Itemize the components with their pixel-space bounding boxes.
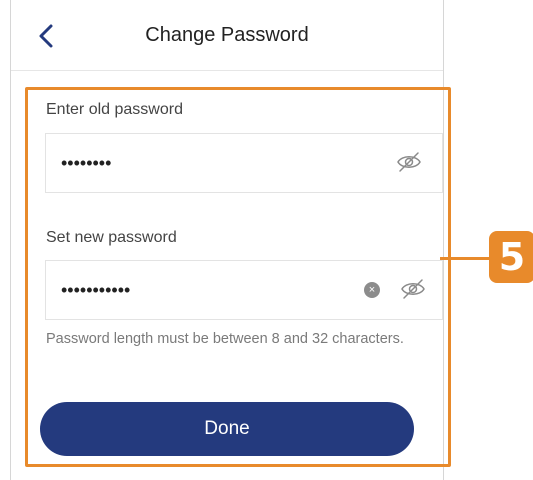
- clear-icon[interactable]: ×: [364, 282, 380, 298]
- phone-screen: Change Password Enter old password •••••…: [10, 0, 451, 480]
- password-length-hint: Password length must be between 8 and 32…: [46, 331, 404, 347]
- old-password-label: Enter old password: [46, 101, 183, 118]
- new-password-value: •••••••••••: [61, 280, 131, 300]
- new-password-field[interactable]: ••••••••••• ×: [45, 260, 443, 320]
- header-bar: Change Password: [11, 0, 443, 71]
- page: Change Password Enter old password •••••…: [0, 0, 533, 480]
- eye-off-icon[interactable]: [396, 151, 422, 173]
- eye-off-icon[interactable]: [400, 278, 426, 300]
- step-number-badge: 5: [489, 231, 533, 283]
- old-password-field[interactable]: ••••••••: [45, 133, 443, 193]
- old-password-value: ••••••••: [61, 153, 112, 173]
- done-button[interactable]: Done: [40, 402, 414, 456]
- annotation-connector-line: [440, 257, 496, 260]
- page-title: Change Password: [145, 24, 309, 46]
- new-password-label: Set new password: [46, 229, 177, 246]
